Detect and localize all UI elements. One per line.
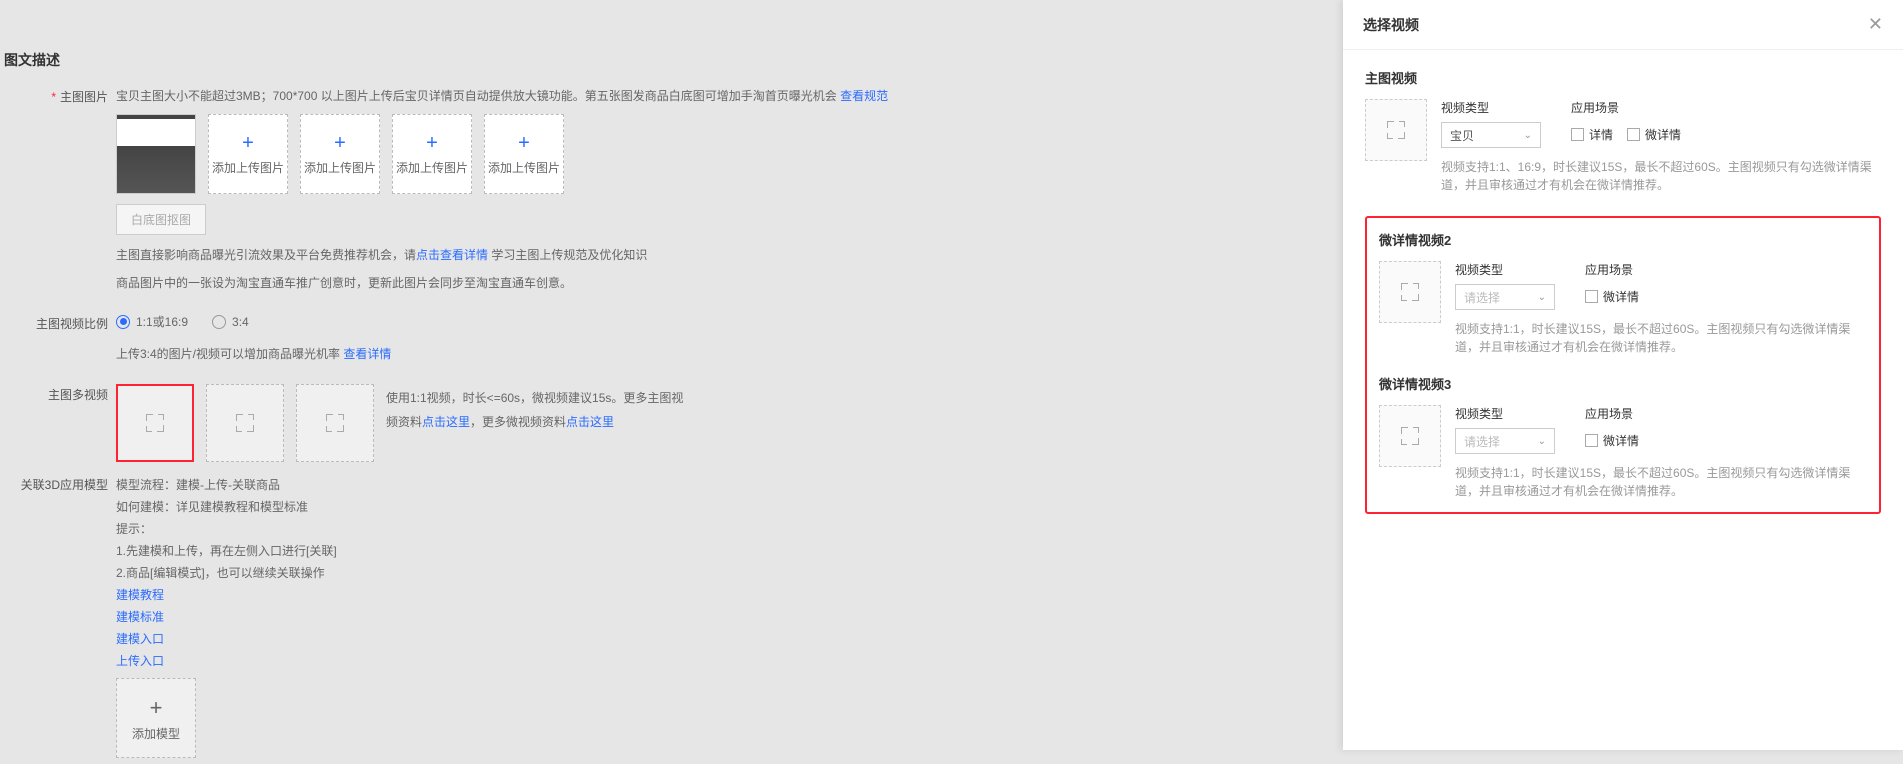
- checkbox-icon: [1585, 434, 1598, 447]
- plus-icon: +: [242, 132, 254, 155]
- scene-label: 应用场景: [1571, 99, 1681, 116]
- check-microdetail-3[interactable]: 微详情: [1585, 432, 1639, 449]
- main-image-label: 主图图片: [0, 86, 116, 301]
- vsection-title-3: 微详情视频3: [1379, 374, 1867, 393]
- check-microdetail-2[interactable]: 微详情: [1585, 288, 1639, 305]
- video-type-label: 视频类型: [1455, 261, 1555, 278]
- ratio-detail-link[interactable]: 查看详情: [343, 347, 391, 361]
- video-slot-2[interactable]: [206, 384, 284, 462]
- checkbox-icon: [1627, 128, 1640, 141]
- vsection-hint-2: 视频支持1:1，时长建议15S，最长不超过60S。主图视频只有勾选微详情渠道，并…: [1455, 320, 1867, 356]
- fullscreen-icon: [1401, 427, 1419, 445]
- chevron-down-icon: ⌄: [1538, 292, 1546, 303]
- select-video-panel: 选择视频 ✕ 主图视频 视频类型 宝贝⌄ 应用场景: [1343, 0, 1903, 750]
- add-model-button[interactable]: + 添加模型: [116, 678, 196, 758]
- cutout-button[interactable]: 白底图抠图: [116, 204, 206, 235]
- vsection-hint-1: 视频支持1:1、16:9，时长建议15S，最长不超过60S。主图视频只有勾选微详…: [1441, 158, 1881, 194]
- view-spec-link[interactable]: 查看规范: [840, 89, 888, 103]
- ratio-1-1-option[interactable]: 1:1或16:9: [116, 313, 188, 330]
- add-image-4[interactable]: +添加上传图片: [392, 114, 472, 194]
- main-image-hint2: 商品图片中的一张设为淘宝直通车推广创意时，更新此图片会同步至淘宝直通车创意。: [116, 273, 1000, 293]
- ratio-3-4-option[interactable]: 3:4: [212, 315, 249, 329]
- add-image-2[interactable]: +添加上传图片: [208, 114, 288, 194]
- main-image-desc: 宝贝主图大小不能超过3MB；700*700 以上图片上传后宝贝详情页自动提供放大…: [116, 86, 1000, 106]
- scene-label: 应用场景: [1585, 405, 1639, 422]
- chevron-down-icon: ⌄: [1524, 130, 1532, 141]
- model-tutorial-link[interactable]: 建模教程: [116, 588, 164, 602]
- model3d-label: 关联3D应用模型: [0, 474, 116, 758]
- view-detail-link[interactable]: 点击查看详情: [416, 248, 488, 262]
- panel-video-thumb-3[interactable]: [1379, 405, 1441, 467]
- model-entry-link[interactable]: 建模入口: [116, 632, 164, 646]
- radio-icon: [212, 315, 226, 329]
- checkbox-icon: [1571, 128, 1584, 141]
- close-icon[interactable]: ✕: [1868, 14, 1883, 35]
- multi-video-label: 主图多视频: [0, 384, 116, 462]
- section-title: 图文描述: [0, 0, 1000, 80]
- ratio-hint: 上传3:4的图片/视频可以增加商品曝光机率 查看详情: [116, 344, 1000, 364]
- plus-icon: +: [334, 132, 346, 155]
- highlighted-group: 微详情视频2 视频类型 请选择⌄ 应用场景 微详情: [1365, 216, 1881, 514]
- add-image-3[interactable]: +添加上传图片: [300, 114, 380, 194]
- upload-entry-link[interactable]: 上传入口: [116, 654, 164, 668]
- video-type-select-1[interactable]: 宝贝⌄: [1441, 122, 1541, 148]
- panel-video-thumb-2[interactable]: [1379, 261, 1441, 323]
- video-slot-1[interactable]: [116, 384, 194, 462]
- model-standard-link[interactable]: 建模标准: [116, 610, 164, 624]
- fullscreen-icon: [236, 414, 254, 432]
- plus-icon: +: [150, 695, 163, 721]
- main-image-hint1: 主图直接影响商品曝光引流效果及平台免费推荐机会，请点击查看详情 学习主图上传规范…: [116, 245, 1000, 265]
- vsection-hint-3: 视频支持1:1，时长建议15S，最长不超过60S。主图视频只有勾选微详情渠道，并…: [1455, 464, 1867, 500]
- fullscreen-icon: [1401, 283, 1419, 301]
- check-microdetail[interactable]: 微详情: [1627, 126, 1681, 143]
- fullscreen-icon: [146, 414, 164, 432]
- video-type-select-3[interactable]: 请选择⌄: [1455, 428, 1555, 454]
- vsection-title-main: 主图视频: [1365, 68, 1881, 87]
- video-link-1[interactable]: 点击这里: [422, 415, 470, 429]
- video-type-label: 视频类型: [1441, 99, 1541, 116]
- fullscreen-icon: [326, 414, 344, 432]
- panel-video-thumb-1[interactable]: [1365, 99, 1427, 161]
- video-type-select-2[interactable]: 请选择⌄: [1455, 284, 1555, 310]
- video-type-label: 视频类型: [1455, 405, 1555, 422]
- video-desc: 使用1:1视频，时长<=60s，微视频建议15s。更多主图视 频资料点击这里，更…: [386, 384, 1000, 434]
- panel-title: 选择视频: [1363, 15, 1419, 35]
- radio-icon: [116, 315, 130, 329]
- video-slot-3[interactable]: [296, 384, 374, 462]
- main-image-thumb-1[interactable]: [116, 114, 196, 194]
- plus-icon: +: [518, 132, 530, 155]
- ratio-label: 主图视频比例: [0, 313, 116, 372]
- add-image-5[interactable]: +添加上传图片: [484, 114, 564, 194]
- video-link-2[interactable]: 点击这里: [566, 415, 614, 429]
- chevron-down-icon: ⌄: [1538, 436, 1546, 447]
- plus-icon: +: [426, 132, 438, 155]
- scene-label: 应用场景: [1585, 261, 1639, 278]
- fullscreen-icon: [1387, 121, 1405, 139]
- vsection-title-2: 微详情视频2: [1379, 230, 1867, 249]
- check-detail[interactable]: 详情: [1571, 126, 1613, 143]
- checkbox-icon: [1585, 290, 1598, 303]
